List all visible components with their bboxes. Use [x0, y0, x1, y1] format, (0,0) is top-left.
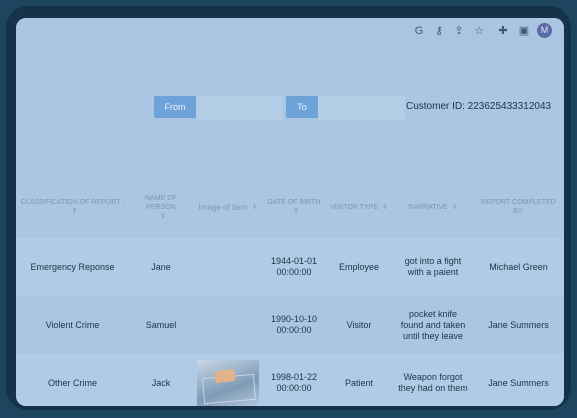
incident-table: CLASSIFICATION OF REPORT :⬍ NAME OF PERS… — [16, 176, 564, 406]
sidepanel-icon[interactable]: ▣ — [517, 24, 531, 38]
header-image[interactable]: Image of Item ⬍ — [193, 176, 263, 238]
cell-completed-by: Jane Summers — [473, 354, 564, 406]
header-narrative[interactable]: NARRATIVE ⬍ — [393, 176, 473, 238]
cell-image — [193, 296, 263, 354]
share-icon[interactable]: ⇪ — [452, 24, 466, 38]
to-label: To — [286, 96, 318, 118]
sort-icon[interactable]: ⬍ — [382, 204, 388, 211]
cell-classification: Violent Crime — [45, 319, 100, 330]
cell-completed-by: Jane Summers — [488, 319, 549, 330]
cell-completed-by: Michael Green — [473, 238, 564, 296]
cell-narrative: Weapon forgot they had on them — [393, 354, 473, 406]
cell-narrative: got into a fight with a paient — [393, 238, 473, 296]
header-completed-by[interactable]: REPORT COMPLETED BY: — [473, 176, 564, 238]
cell-name: Jack — [129, 354, 193, 406]
extensions-icon[interactable]: ✚ — [496, 24, 510, 38]
cell-name: Jane — [129, 238, 193, 296]
star-icon[interactable]: ☆ — [472, 24, 486, 38]
profile-avatar[interactable]: M — [537, 23, 552, 38]
sort-icon[interactable]: ⬍ — [452, 204, 458, 211]
cell-image[interactable] — [193, 354, 263, 406]
cell-image — [193, 238, 263, 296]
cell-dob: 1990-10-10 00:00:00 — [270, 314, 318, 335]
sort-icon[interactable]: ⬍ — [293, 208, 299, 215]
google-icon[interactable]: G — [412, 24, 426, 38]
customer-id: Customer ID: 223625433312043 — [406, 101, 552, 112]
sort-icon[interactable]: ⬍ — [72, 208, 78, 215]
cell-visitor-type: Patient — [325, 354, 393, 406]
browser-screen: G ⚷ ⇪ ☆ ✚ ▣ M From To Customer ID: 22362… — [16, 18, 564, 406]
from-label: From — [154, 96, 196, 118]
cell-visitor-type: Visitor — [346, 319, 372, 330]
browser-toolbar: G ⚷ ⇪ ☆ ✚ ▣ M — [16, 18, 564, 46]
table-header-row: CLASSIFICATION OF REPORT :⬍ NAME OF PERS… — [16, 176, 564, 238]
to-date-input[interactable] — [318, 96, 405, 120]
cell-name: Samuel — [145, 319, 177, 330]
cell-dob: 1944-01-01 00:00:00 — [263, 238, 325, 296]
table-row[interactable]: Emergency Reponse Jane 1944-01-01 00:00:… — [16, 238, 564, 296]
header-name[interactable]: NAME OF PERSON⬍ — [129, 176, 193, 238]
table-row[interactable]: Violent Crime Samuel 1990-10-10 00:00:00… — [16, 296, 564, 354]
header-visitor-type[interactable]: VISITOR TYPE ⬍ — [325, 176, 393, 238]
from-date-input[interactable] — [196, 96, 283, 120]
sort-icon[interactable]: ⬍ — [160, 213, 166, 220]
device-frame: G ⚷ ⇪ ☆ ✚ ▣ M From To Customer ID: 22362… — [6, 6, 571, 410]
key-icon[interactable]: ⚷ — [432, 24, 446, 38]
cell-dob: 1998-01-22 00:00:00 — [263, 354, 325, 406]
knife-in-bag-photo[interactable] — [197, 360, 259, 406]
table-row[interactable]: Other Crime Jack 1998-01-22 00:00:00 Pat… — [16, 354, 564, 406]
cell-narrative: pocket knife found and taken until they … — [400, 308, 466, 341]
cell-visitor-type: Employee — [325, 238, 393, 296]
cell-classification: Other Crime — [16, 354, 129, 406]
header-dob[interactable]: DATE OF BIRTH⬍ — [263, 176, 325, 238]
sort-icon[interactable]: ⬍ — [252, 204, 258, 211]
cell-classification: Emergency Reponse — [16, 238, 129, 296]
header-classification[interactable]: CLASSIFICATION OF REPORT :⬍ — [16, 176, 129, 238]
